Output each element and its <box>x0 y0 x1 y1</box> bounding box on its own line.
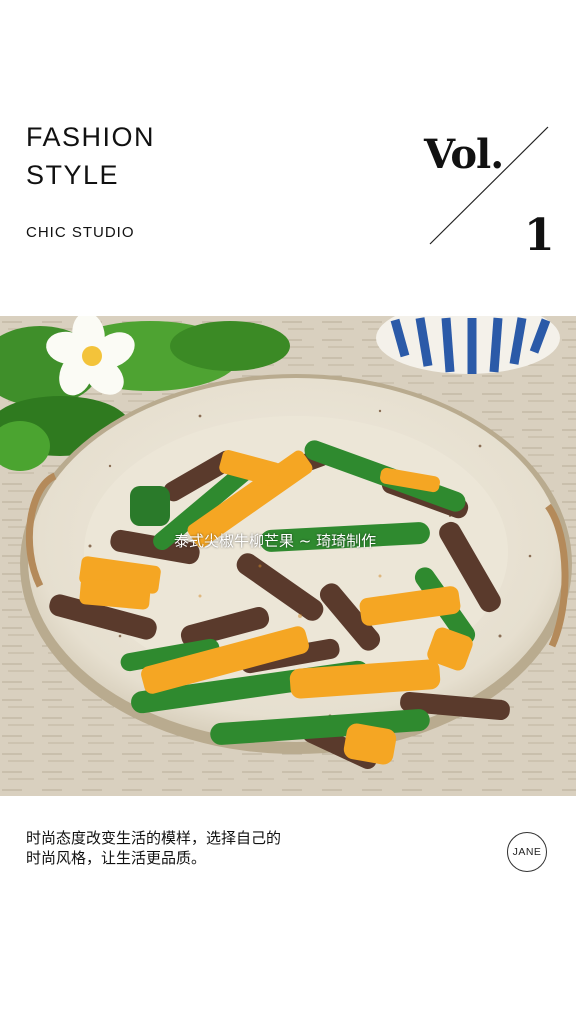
tagline-line1: 时尚态度改变生活的模样，选择自己的 <box>26 829 282 847</box>
jane-badge: JANE <box>507 832 547 872</box>
studio-name: CHIC STUDIO <box>26 224 135 241</box>
poster-page: FASHION STYLE CHIC STUDIO Vol. 1 泰式尖椒牛柳芒… <box>0 0 576 1024</box>
brand-title-line1: FASHION <box>26 122 156 152</box>
brand-title-line2: STYLE <box>26 160 120 190</box>
tagline: 时尚态度改变生活的模样，选择自己的 时尚风格，让生活更品质。 <box>26 828 281 868</box>
vol-label: Vol. <box>424 131 504 178</box>
photo-caption: 泰式尖椒牛柳芒果 ~ 琦琦制作 <box>174 532 377 550</box>
food-photo: 泰式尖椒牛柳芒果 ~ 琦琦制作 <box>0 316 576 796</box>
food-photo-illustration <box>0 316 576 796</box>
tagline-line2: 时尚风格，让生活更品质。 <box>26 849 207 867</box>
vol-number: 1 <box>524 210 555 261</box>
brand-title: FASHION STYLE <box>26 118 155 194</box>
